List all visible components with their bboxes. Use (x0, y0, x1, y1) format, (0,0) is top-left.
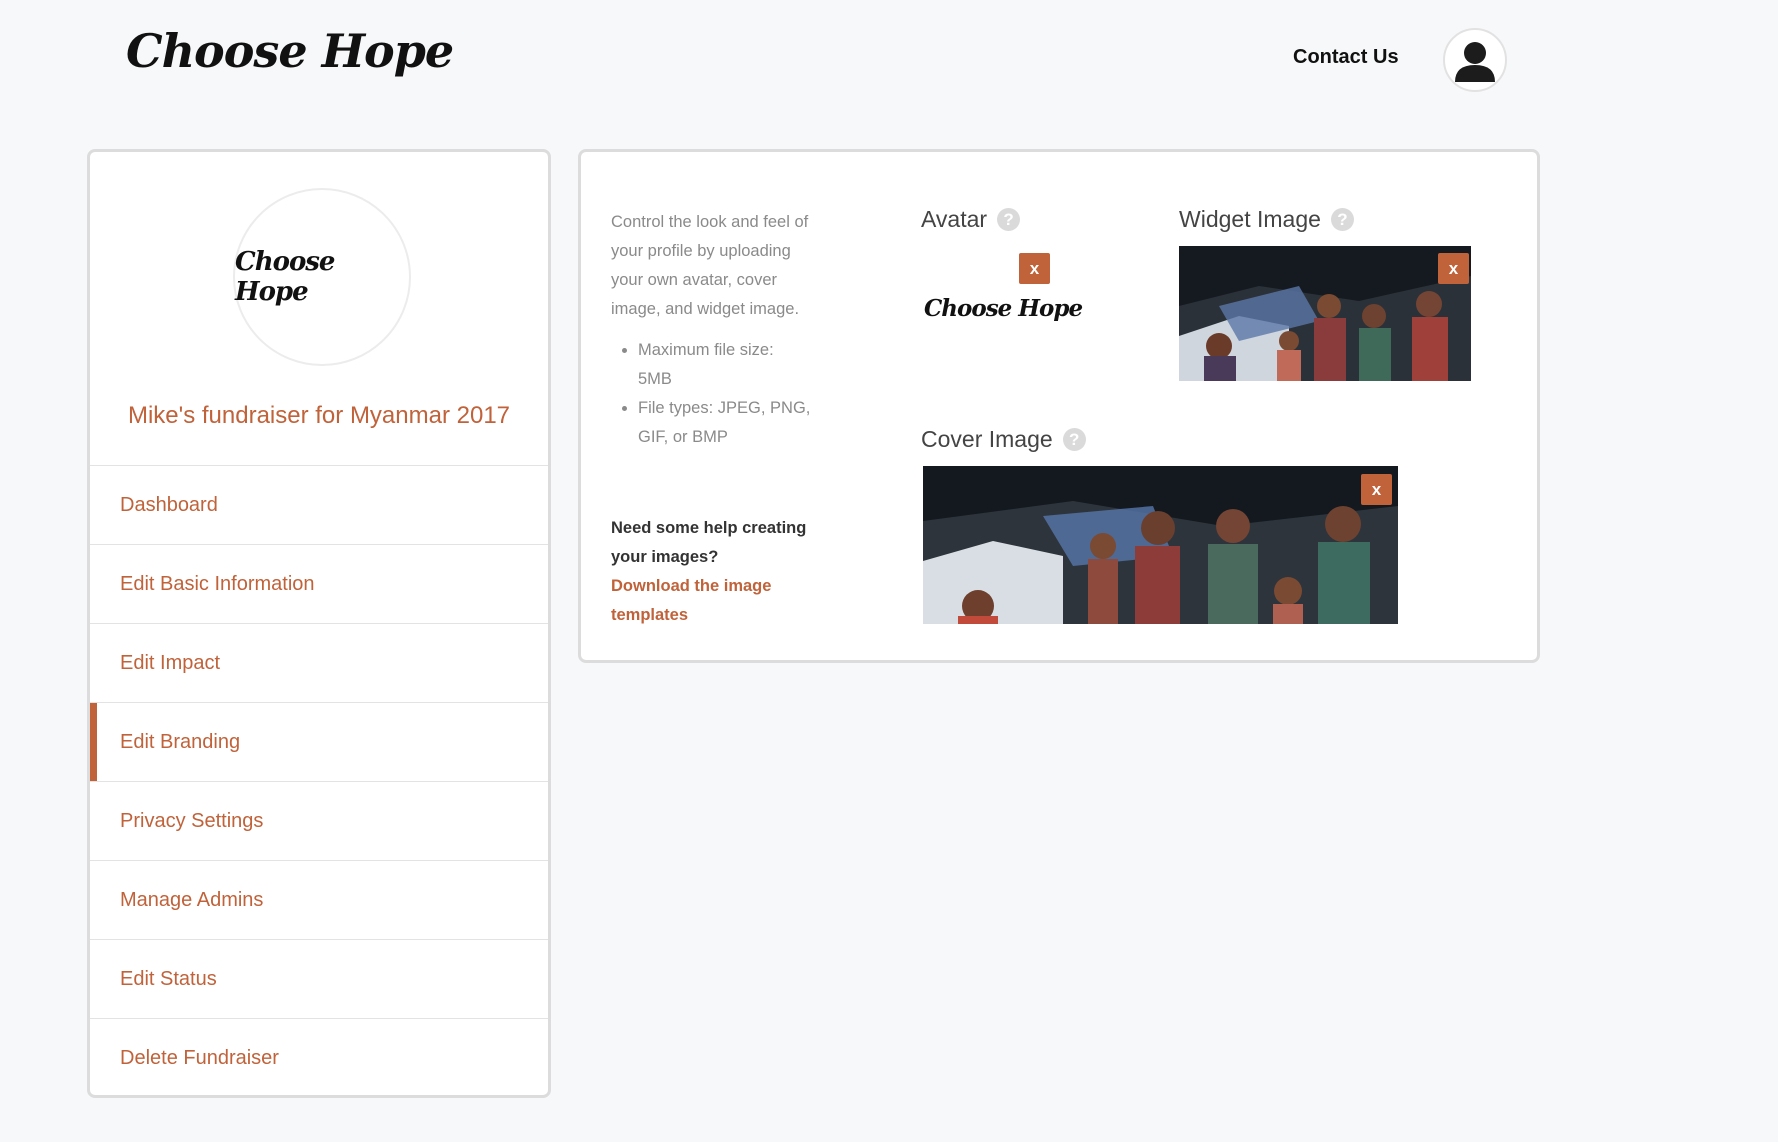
help-icon[interactable]: ? (997, 208, 1021, 231)
help-icon[interactable]: ? (1330, 208, 1354, 231)
sidebar-item-manage-admins[interactable]: Manage Admins (90, 860, 548, 939)
download-templates-link[interactable]: Download the image templates (611, 572, 811, 630)
sidebar-item-label: Privacy Settings (120, 809, 264, 832)
user-avatar-icon[interactable] (1443, 28, 1507, 92)
sidebar-item-label: Delete Fundraiser (120, 1046, 279, 1069)
avatar-preview: Choose Hope (924, 295, 1083, 322)
sidebar-item-privacy-settings[interactable]: Privacy Settings (90, 781, 548, 860)
sidebar-item-dashboard[interactable]: Dashboard (90, 465, 548, 544)
cover-image-section-label: Cover Image ? (921, 426, 1086, 453)
widget-image-preview (1179, 246, 1471, 381)
remove-avatar-button[interactable]: x (1019, 253, 1050, 284)
remove-widget-image-button[interactable]: x (1438, 253, 1469, 284)
help-question: Need some help creating your images? (611, 519, 807, 566)
description-text: Control the look and feel of your profil… (611, 213, 809, 318)
cover-image-label: Cover Image (921, 426, 1053, 452)
avatar-label: Avatar (921, 206, 988, 232)
remove-cover-image-button[interactable]: x (1361, 474, 1392, 505)
site-logo[interactable]: Choose Hope (126, 24, 454, 78)
limit-file-types: File types: JPEG, PNG, GIF, or BMP (638, 394, 811, 452)
avatar-section-label: Avatar ? (921, 206, 1021, 233)
branding-card: Control the look and feel of your profil… (578, 149, 1540, 663)
upload-limits: Maximum file size: 5MB File types: JPEG,… (611, 336, 811, 452)
fundraiser-title[interactable]: Mike's fundraiser for Myanmar 2017 (90, 402, 548, 430)
branding-description: Control the look and feel of your profil… (611, 208, 811, 452)
help-icon[interactable]: ? (1062, 428, 1086, 451)
widget-image-section-label: Widget Image ? (1179, 206, 1354, 233)
cover-image-preview (923, 466, 1398, 624)
sidebar-item-label: Edit Branding (120, 730, 241, 753)
limit-file-size: Maximum file size: 5MB (638, 336, 811, 394)
sidebar: Choose Hope Mike's fundraiser for Myanma… (87, 149, 551, 1098)
sidebar-nav: Dashboard Edit Basic Information Edit Im… (90, 465, 548, 1097)
fundraiser-avatar: Choose Hope (233, 188, 411, 366)
sidebar-item-label: Manage Admins (120, 888, 264, 911)
fundraiser-avatar-logo: Choose Hope (235, 247, 335, 307)
contact-us-link[interactable]: Contact Us (1293, 46, 1399, 69)
sidebar-item-delete-fundraiser[interactable]: Delete Fundraiser (90, 1018, 548, 1097)
sidebar-item-edit-status[interactable]: Edit Status (90, 939, 548, 1018)
sidebar-item-edit-basic-information[interactable]: Edit Basic Information (90, 544, 548, 623)
sidebar-item-label: Edit Basic Information (120, 572, 315, 595)
sidebar-item-edit-impact[interactable]: Edit Impact (90, 623, 548, 702)
widget-image-label: Widget Image (1179, 206, 1321, 232)
sidebar-item-edit-branding[interactable]: Edit Branding (90, 702, 548, 781)
sidebar-item-label: Edit Status (120, 967, 217, 990)
sidebar-item-label: Edit Impact (120, 651, 221, 674)
sidebar-item-label: Dashboard (120, 493, 218, 516)
